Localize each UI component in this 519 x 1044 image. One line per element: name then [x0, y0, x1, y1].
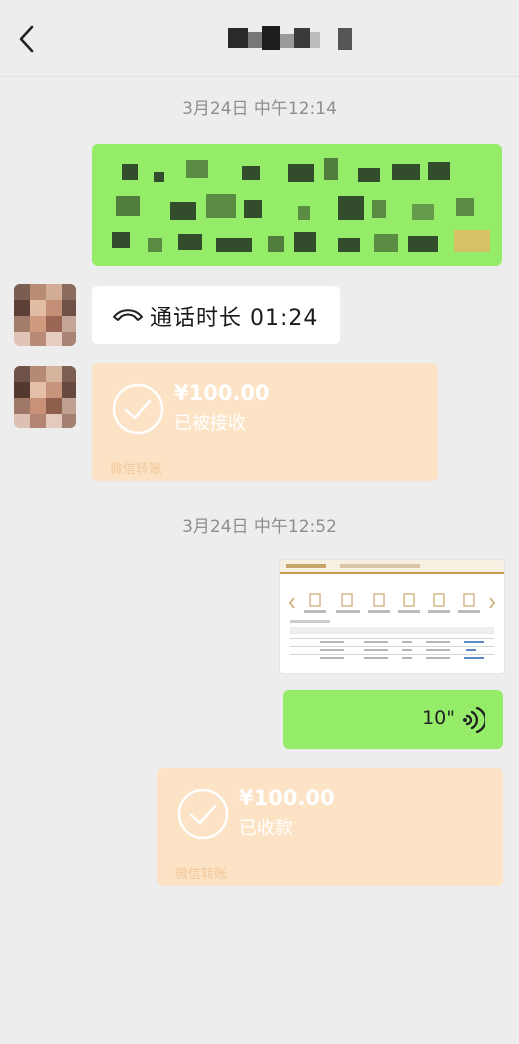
- transfer-status: 已收款: [239, 818, 293, 839]
- avatar[interactable]: [14, 284, 76, 346]
- timestamp: 3月24日 中午12:14: [182, 99, 337, 119]
- avatar-mosaic: [14, 366, 76, 428]
- avatar-mosaic: [14, 284, 76, 346]
- redacted-text-mosaic: [112, 158, 490, 252]
- transfer-amount: ¥100.00: [174, 381, 270, 405]
- voice-duration: 10": [422, 707, 455, 729]
- transfer-message[interactable]: ¥100.00 已收款 微信转账: [157, 768, 503, 886]
- voice-message[interactable]: 10": [283, 690, 503, 749]
- chat-header: [0, 0, 519, 77]
- image-message-thumbnail[interactable]: [279, 559, 505, 674]
- transfer-brand-label: 微信转账: [110, 462, 163, 477]
- call-duration-text: 通话时长 01:24: [150, 306, 319, 331]
- sent-message-redacted[interactable]: [92, 144, 502, 266]
- call-record-message[interactable]: 通话时长 01:24: [92, 286, 340, 344]
- avatar[interactable]: [14, 366, 76, 428]
- phone-hangup-icon: [113, 309, 143, 321]
- check-circle-icon: [112, 383, 164, 435]
- voice-wave-icon: [463, 707, 485, 733]
- screenshot-thumbnail-graphic: [280, 560, 504, 659]
- check-circle-icon: [177, 788, 229, 840]
- transfer-amount: ¥100.00: [239, 786, 335, 810]
- chevron-left-icon[interactable]: [12, 22, 42, 56]
- contact-name-redacted: [228, 26, 352, 50]
- transfer-brand-label: 微信转账: [175, 867, 228, 882]
- transfer-message[interactable]: ¥100.00 已被接收 微信转账: [92, 363, 438, 481]
- timestamp: 3月24日 中午12:52: [182, 517, 337, 537]
- transfer-status: 已被接收: [174, 413, 246, 434]
